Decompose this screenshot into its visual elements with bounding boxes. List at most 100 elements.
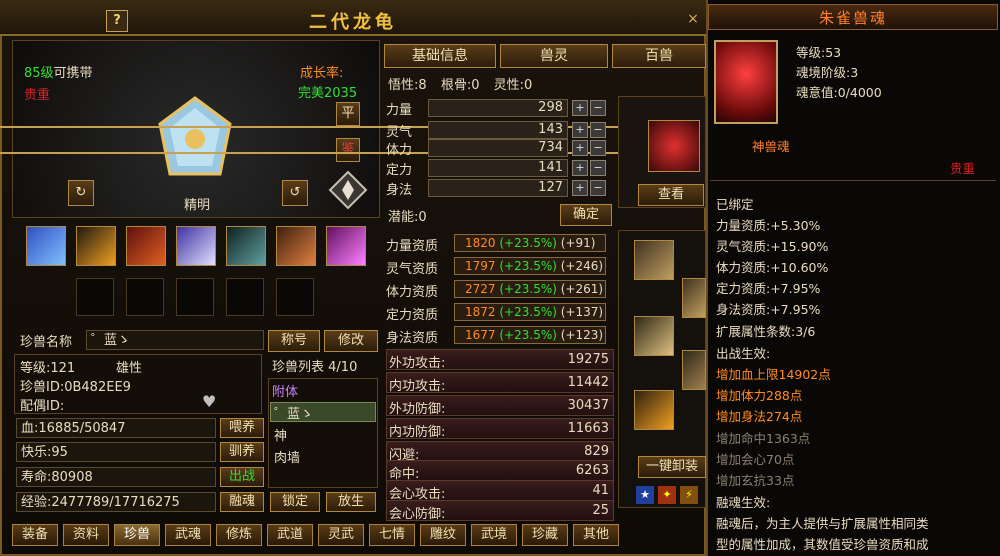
aptitude-base: 2727 bbox=[465, 282, 496, 296]
pet-id: 珍兽ID:0B482EE9 bbox=[20, 380, 131, 395]
aptitude-base: 1677 bbox=[465, 328, 496, 342]
fire-icon[interactable]: ✦ bbox=[658, 486, 676, 504]
combat-value: 829 bbox=[584, 444, 609, 459]
title-button[interactable]: 称号 bbox=[268, 330, 320, 352]
pet-name-field[interactable]: ゜蓝ゝ bbox=[86, 330, 264, 350]
minus-button[interactable]: − bbox=[590, 180, 606, 196]
tab-pet[interactable]: 珍兽 bbox=[114, 524, 160, 546]
stat-row: 体力 734 + − bbox=[386, 138, 610, 158]
attr-row: 悟性:8 根骨:0 灵性:0 bbox=[388, 74, 532, 93]
tab-lingwu[interactable]: 灵武 bbox=[318, 524, 364, 546]
equip-slot[interactable] bbox=[634, 316, 674, 356]
combat-row: 会心攻击: 41 bbox=[386, 480, 614, 502]
tab-other[interactable]: 其他 bbox=[573, 524, 619, 546]
tab-profile[interactable]: 资料 bbox=[63, 524, 109, 546]
spirit-icon[interactable] bbox=[648, 120, 700, 172]
view-button[interactable]: 查看 bbox=[638, 184, 704, 206]
star-icon[interactable]: ★ bbox=[636, 486, 654, 504]
empty-skill-slot[interactable] bbox=[276, 278, 314, 316]
rename-button[interactable]: 修改 bbox=[324, 330, 378, 352]
skill-icon-3[interactable] bbox=[126, 226, 166, 266]
tab-hundred[interactable]: 百兽 bbox=[612, 44, 706, 68]
rotate-left-button[interactable]: ↻ bbox=[68, 180, 94, 206]
pet-rarity: 贵重 bbox=[24, 88, 51, 103]
tame-button[interactable]: 驯养 bbox=[220, 442, 264, 462]
heart-icon: ♥ bbox=[202, 392, 217, 411]
close-button[interactable]: × bbox=[684, 10, 702, 28]
stat-row: 力量 298 + − bbox=[386, 98, 610, 118]
tab-cultivate[interactable]: 修炼 bbox=[216, 524, 262, 546]
diamond-icon[interactable] bbox=[328, 170, 368, 210]
pet-model bbox=[150, 94, 240, 184]
aptitude-bar: 2727 (+23.5%) (+261) bbox=[454, 280, 606, 298]
skill-icon-6[interactable] bbox=[276, 226, 316, 266]
aptitude-row: 定力资质 1872 (+23.5%) (+137) bbox=[386, 301, 610, 323]
plus-button[interactable]: + bbox=[572, 122, 588, 138]
help-button[interactable]: ? bbox=[106, 10, 128, 32]
pet-mate: 配偶ID: bbox=[20, 399, 65, 414]
combat-value: 11663 bbox=[567, 421, 609, 436]
tab-qiqing[interactable]: 七情 bbox=[369, 524, 415, 546]
empty-skill-slot[interactable] bbox=[126, 278, 164, 316]
pet-list-item[interactable]: 神 bbox=[274, 425, 287, 444]
pet-list-item[interactable]: 肉墙 bbox=[274, 447, 300, 466]
empty-skill-slot[interactable] bbox=[76, 278, 114, 316]
equip-slot[interactable] bbox=[634, 240, 674, 280]
pet-personality: 精明 bbox=[184, 198, 211, 213]
lock-button[interactable]: 锁定 bbox=[270, 492, 320, 512]
plus-button[interactable]: + bbox=[572, 160, 588, 176]
tab-collection[interactable]: 珍藏 bbox=[522, 524, 568, 546]
happy-field: 快乐:95 bbox=[16, 442, 216, 462]
hp-field: 血:16885/50847 bbox=[16, 418, 216, 438]
pet-list-label: 珍兽列表 4/10 bbox=[272, 356, 357, 375]
equip-slot[interactable] bbox=[634, 390, 674, 430]
ping-button[interactable]: 平 bbox=[336, 102, 360, 126]
skill-icon-5[interactable] bbox=[226, 226, 266, 266]
plus-button[interactable]: + bbox=[572, 100, 588, 116]
empty-skill-slot[interactable] bbox=[176, 278, 214, 316]
plus-button[interactable]: + bbox=[572, 180, 588, 196]
claw-icon[interactable]: ⚡ bbox=[680, 486, 698, 504]
aptitude-row: 灵气资质 1797 (+23.5%) (+246) bbox=[386, 255, 610, 277]
battle-effect-active: 增加身法274点 bbox=[716, 409, 803, 424]
pet-name-label: 珍兽名称 bbox=[20, 335, 73, 350]
battle-button[interactable]: 出战 bbox=[220, 467, 264, 487]
pet-carry: 可携带 bbox=[53, 66, 93, 81]
release-button[interactable]: 放生 bbox=[326, 492, 376, 512]
minus-button[interactable]: − bbox=[590, 122, 606, 138]
minus-button[interactable]: − bbox=[590, 100, 606, 116]
confirm-button[interactable]: 确定 bbox=[560, 204, 612, 226]
skill-icon-2[interactable] bbox=[76, 226, 116, 266]
tab-wujing[interactable]: 武境 bbox=[471, 524, 517, 546]
skill-icon-4[interactable] bbox=[176, 226, 216, 266]
skill-icon-7[interactable] bbox=[326, 226, 366, 266]
pet-list-item[interactable]: ゜蓝ゝ bbox=[274, 403, 313, 422]
soul-icon bbox=[714, 40, 778, 124]
soul-rarity: 贵重 bbox=[950, 161, 976, 176]
empty-skill-slot[interactable] bbox=[226, 278, 264, 316]
minus-button[interactable]: − bbox=[590, 160, 606, 176]
aptitude-label: 体力资质 bbox=[386, 285, 439, 300]
unequip-all-button[interactable]: 一键卸装 bbox=[638, 456, 706, 478]
fuse-button[interactable]: 融魂 bbox=[220, 492, 264, 512]
tab-spirit[interactable]: 兽灵 bbox=[500, 44, 608, 68]
feed-button[interactable]: 喂养 bbox=[220, 418, 264, 438]
potential-value: 0 bbox=[418, 210, 427, 225]
pet-list-item[interactable]: 附体 bbox=[272, 381, 298, 400]
aptitude-bar: 1677 (+23.5%) (+123) bbox=[454, 326, 606, 344]
tab-equip[interactable]: 装备 bbox=[12, 524, 58, 546]
tab-wudao[interactable]: 武道 bbox=[267, 524, 313, 546]
minus-button[interactable]: − bbox=[590, 140, 606, 156]
equip-slot[interactable] bbox=[682, 350, 706, 390]
rotate-right-button[interactable]: ↺ bbox=[282, 180, 308, 206]
tab-basic-info[interactable]: 基础信息 bbox=[384, 44, 496, 68]
skill-icon-1[interactable] bbox=[26, 226, 66, 266]
gengu-label: 根骨: bbox=[440, 78, 472, 93]
tab-diaowen[interactable]: 雕纹 bbox=[420, 524, 466, 546]
jian-button[interactable]: 鉴 bbox=[336, 138, 360, 162]
tab-wuhun[interactable]: 武魂 bbox=[165, 524, 211, 546]
fuse-effect-label: 融魂生效: bbox=[716, 495, 771, 510]
equip-slot[interactable] bbox=[682, 278, 706, 318]
plus-button[interactable]: + bbox=[572, 140, 588, 156]
combat-value: 6263 bbox=[575, 463, 609, 478]
